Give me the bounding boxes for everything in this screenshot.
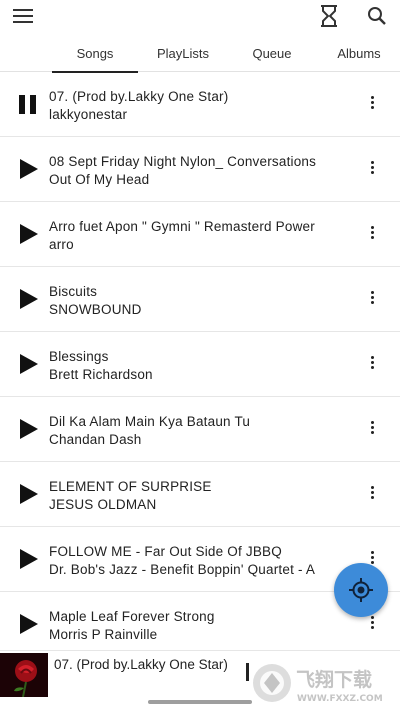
album-art[interactable] [0, 653, 48, 697]
more-vert-icon[interactable] [368, 616, 376, 632]
song-artist: Brett Richardson [49, 367, 153, 382]
song-artist: Morris P Rainville [49, 627, 158, 642]
song-artist: Chandan Dash [49, 432, 142, 447]
watermark-url: WWW.FXXZ.COM [297, 694, 383, 704]
play-icon[interactable] [20, 354, 38, 374]
more-vert-icon[interactable] [368, 96, 376, 112]
song-list: 07. (Prod by.Lakky One Star) lakkyonesta… [0, 72, 400, 652]
more-vert-icon[interactable] [368, 161, 376, 177]
song-artist: SNOWBOUND [49, 302, 142, 317]
tab-albums[interactable]: Albums [316, 36, 400, 72]
watermark-brand: 飞翔下载 [296, 668, 372, 691]
tab-songs[interactable]: Songs [52, 36, 138, 73]
song-title: FOLLOW ME - Far Out Side Of JBBQ [49, 544, 282, 559]
song-row[interactable]: ELEMENT OF SURPRISE JESUS OLDMAN [0, 462, 400, 527]
play-icon[interactable] [20, 484, 38, 504]
tab-bar: Songs PlayLists Queue Albums [0, 36, 400, 73]
menu-icon[interactable] [13, 9, 33, 23]
more-vert-icon[interactable] [368, 486, 376, 502]
hourglass-icon[interactable] [318, 4, 340, 28]
more-vert-icon[interactable] [368, 291, 376, 307]
song-title: Maple Leaf Forever Strong [49, 609, 215, 624]
song-title: 08 Sept Friday Night Nylon_ Conversation… [49, 154, 317, 169]
play-icon[interactable] [20, 549, 38, 569]
song-title: Blessings [49, 349, 109, 364]
song-title: Biscuits [49, 284, 98, 299]
song-artist: Dr. Bob's Jazz - Benefit Boppin' Quartet… [49, 562, 316, 577]
song-artist: JESUS OLDMAN [49, 497, 157, 512]
play-icon[interactable] [20, 614, 38, 634]
tab-playlists[interactable]: PlayLists [138, 36, 228, 72]
song-row[interactable]: 08 Sept Friday Night Nylon_ Conversation… [0, 137, 400, 202]
song-row[interactable]: Blessings Brett Richardson [0, 332, 400, 397]
song-row[interactable]: Biscuits SNOWBOUND [0, 267, 400, 332]
more-vert-icon[interactable] [368, 421, 376, 437]
song-artist: arro [49, 237, 74, 252]
tab-queue[interactable]: Queue [228, 36, 316, 72]
more-vert-icon[interactable] [368, 356, 376, 372]
song-row[interactable]: 07. (Prod by.Lakky One Star) lakkyonesta… [0, 72, 400, 137]
mini-pause-icon[interactable] [246, 663, 249, 681]
song-title: Arro fuet Apon " Gymni " Remasterd Power [49, 219, 315, 234]
locate-current-song-button[interactable] [334, 563, 388, 617]
song-row[interactable]: Dil Ka Alam Main Kya Bataun Tu Chandan D… [0, 397, 400, 462]
play-icon[interactable] [20, 159, 38, 179]
song-row[interactable]: Arro fuet Apon " Gymni " Remasterd Power… [0, 202, 400, 267]
song-title: ELEMENT OF SURPRISE [49, 479, 212, 494]
song-artist: Out Of My Head [49, 172, 150, 187]
song-title: Dil Ka Alam Main Kya Bataun Tu [49, 414, 251, 429]
play-icon[interactable] [20, 419, 38, 439]
more-vert-icon[interactable] [368, 226, 376, 242]
play-icon[interactable] [20, 289, 38, 309]
top-app-bar [0, 0, 400, 36]
search-icon[interactable] [366, 5, 388, 27]
song-artist: lakkyonestar [49, 107, 128, 122]
now-playing-title: 07. (Prod by.Lakky One Star) [54, 657, 228, 672]
pause-icon[interactable] [19, 95, 37, 114]
home-indicator[interactable] [148, 700, 252, 704]
song-title: 07. (Prod by.Lakky One Star) [49, 89, 229, 104]
watermark-logo: 飞翔下载 WWW.FXXZ.COM [250, 660, 396, 706]
locate-icon [349, 578, 373, 602]
play-icon[interactable] [20, 224, 38, 244]
